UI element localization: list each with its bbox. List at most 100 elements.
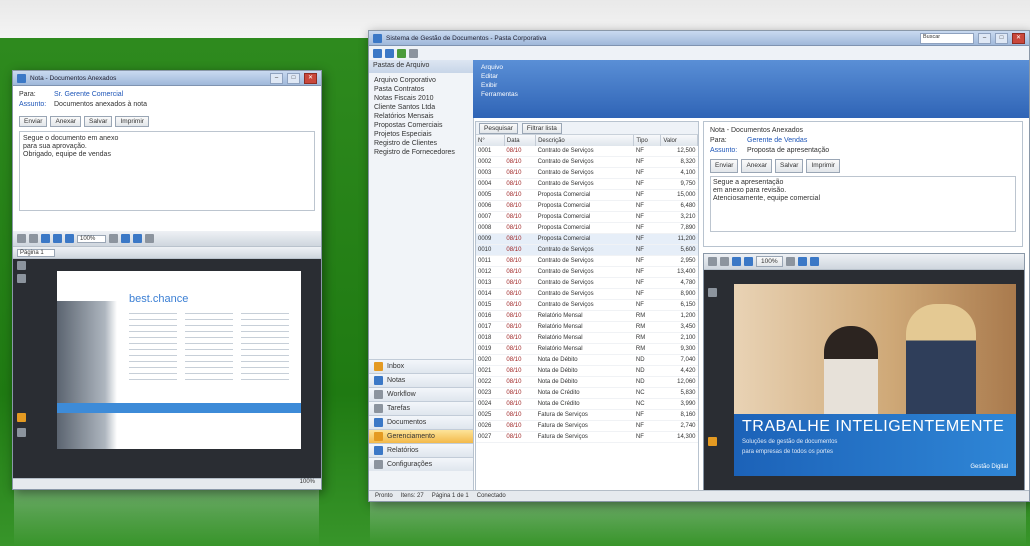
ribbon-item[interactable]: Editar <box>481 72 1021 81</box>
previous-page-icon[interactable] <box>53 234 62 243</box>
table-row[interactable]: 0012 08/10 Contrato de Serviços NF 13,400 <box>476 266 698 278</box>
tree-item[interactable]: Pasta Contratos <box>374 85 468 94</box>
table-row[interactable]: 0015 08/10 Contrato de Serviços NF 6,150 <box>476 299 698 311</box>
nav-item-notes[interactable]: Notas <box>369 373 473 387</box>
table-row[interactable]: 0006 08/10 Proposta Comercial NF 6,480 <box>476 200 698 212</box>
attach-button[interactable]: Anexar <box>741 159 773 173</box>
table-row[interactable]: 0027 08/10 Fatura de Serviços NF 14,300 <box>476 431 698 443</box>
refresh-icon[interactable] <box>409 48 418 58</box>
ribbon-item[interactable]: Ferramentas <box>481 90 1021 99</box>
annotation-icon[interactable] <box>17 413 26 422</box>
zoom-in-icon[interactable] <box>797 257 807 266</box>
table-row[interactable]: 0002 08/10 Contrato de Serviços NF 8,320 <box>476 156 698 168</box>
filter-button[interactable]: Filtrar lista <box>521 122 562 134</box>
table-row[interactable]: 0003 08/10 Contrato de Serviços NF 4,100 <box>476 167 698 179</box>
table-row[interactable]: 0011 08/10 Contrato de Serviços NF 2,950 <box>476 255 698 267</box>
ribbon-item[interactable]: Arquivo <box>481 63 1021 72</box>
column-header[interactable]: Data <box>504 135 537 146</box>
previous-page-icon[interactable] <box>732 257 741 266</box>
ribbon-item[interactable]: Exibir <box>481 81 1021 90</box>
save-icon[interactable] <box>29 234 38 243</box>
next-page-icon[interactable] <box>65 234 74 243</box>
table-row[interactable]: 0005 08/10 Proposta Comercial NF 15,000 <box>476 189 698 201</box>
table-row[interactable]: 0017 08/10 Relatório Mensal RM 3,450 <box>476 321 698 333</box>
table-row[interactable]: 0026 08/10 Fatura de Serviços NF 2,740 <box>476 420 698 432</box>
table-row[interactable]: 0018 08/10 Relatório Mensal RM 2,100 <box>476 332 698 344</box>
table-row[interactable]: 0023 08/10 Nota de Crédito NC 5,830 <box>476 387 698 399</box>
annotation-icon[interactable] <box>708 437 717 446</box>
nav-item-reports[interactable]: Relatórios <box>369 443 473 457</box>
column-header[interactable]: Tipo <box>633 135 662 146</box>
tree-item[interactable]: Cliente Santos Ltda <box>374 103 468 112</box>
print-button[interactable]: Imprimir <box>115 116 149 127</box>
tree-item[interactable]: Propostas Comerciais <box>374 121 468 130</box>
note-body[interactable]: Segue a apresentação em anexo para revis… <box>710 176 1016 232</box>
tree-item[interactable]: Arquivo Corporativo <box>374 76 468 85</box>
table-row[interactable]: 0008 08/10 Proposta Comercial NF 7,890 <box>476 222 698 234</box>
table-row[interactable]: 0016 08/10 Relatório Mensal RM 1,200 <box>476 310 698 322</box>
table-row[interactable]: 0020 08/10 Nota de Débito ND 7,040 <box>476 354 698 366</box>
table-row[interactable]: 0004 08/10 Contrato de Serviços NF 9,750 <box>476 178 698 190</box>
tree-item[interactable]: Relatórios Mensais <box>374 112 468 121</box>
table-row[interactable]: 0013 08/10 Contrato de Serviços NF 4,780 <box>476 277 698 289</box>
table-row[interactable]: 0014 08/10 Contrato de Serviços NF 8,900 <box>476 288 698 300</box>
nav-item-workflow[interactable]: Workflow <box>369 387 473 401</box>
nav-item-settings[interactable]: Configurações <box>369 457 473 471</box>
fit-page-icon[interactable] <box>109 234 119 243</box>
hand-tool-icon[interactable] <box>145 234 155 243</box>
back-icon[interactable] <box>373 48 382 58</box>
home-icon[interactable] <box>397 48 406 58</box>
maximize-button[interactable]: □ <box>995 32 1008 44</box>
nav-item-documents[interactable]: Documentos <box>369 415 473 429</box>
search-input[interactable]: Buscar <box>920 32 974 44</box>
save-button[interactable]: Salvar <box>84 116 113 127</box>
table-row[interactable]: 0024 08/10 Nota de Crédito NC 3,990 <box>476 398 698 410</box>
save-button[interactable]: Salvar <box>775 159 804 173</box>
zoom-out-icon[interactable] <box>809 257 819 266</box>
attach-button[interactable]: Anexar <box>50 116 82 127</box>
bookmarks-icon[interactable] <box>17 274 26 283</box>
attachment-icon[interactable] <box>17 428 26 437</box>
print-icon[interactable] <box>708 257 717 266</box>
fit-page-icon[interactable] <box>785 257 795 266</box>
subject-field[interactable]: Documentos anexados à nota <box>54 100 147 110</box>
table-row[interactable]: 0021 08/10 Nota de Débito ND 4,420 <box>476 365 698 377</box>
tree-item[interactable]: Projetos Especiais <box>374 130 468 139</box>
thumbnails-icon[interactable] <box>17 261 26 270</box>
rotate-icon[interactable] <box>41 234 50 243</box>
zoom-select[interactable]: 100% <box>77 234 107 243</box>
print-icon[interactable] <box>17 234 26 243</box>
search-button[interactable]: Pesquisar <box>479 122 518 134</box>
to-field[interactable]: Gerente de Vendas <box>747 136 807 146</box>
column-header[interactable]: N° <box>476 135 505 146</box>
tree-item[interactable]: Registro de Clientes <box>374 139 468 148</box>
table-row[interactable]: 0025 08/10 Fatura de Serviços NF 8,160 <box>476 409 698 421</box>
minimize-button[interactable]: – <box>270 72 283 84</box>
column-header[interactable]: Valor <box>660 135 698 146</box>
table-row[interactable]: 0009 08/10 Proposta Comercial NF 11,200 <box>476 233 698 245</box>
thumbnails-icon[interactable] <box>708 288 717 297</box>
tree-item[interactable]: Registro de Fornecedores <box>374 148 468 157</box>
nav-item-management[interactable]: Gerenciamento <box>369 429 473 443</box>
table-row[interactable]: 0010 08/10 Contrato de Serviços NF 5,600 <box>476 244 698 256</box>
next-page-icon[interactable] <box>744 257 753 266</box>
forward-icon[interactable] <box>385 48 394 58</box>
send-button[interactable]: Enviar <box>710 159 739 173</box>
subject-field[interactable]: Proposta de apresentação <box>747 146 829 156</box>
to-field[interactable]: Sr. Gerente Comercial <box>54 90 123 100</box>
column-header[interactable]: Descrição <box>535 135 635 146</box>
zoom-in-icon[interactable] <box>121 234 131 243</box>
save-icon[interactable] <box>720 257 729 266</box>
minimize-button[interactable]: – <box>978 32 991 44</box>
table-row[interactable]: 0019 08/10 Relatório Mensal RM 9,300 <box>476 343 698 355</box>
nav-item-inbox[interactable]: Inbox <box>369 359 473 373</box>
note-body[interactable]: Segue o documento em anexo para sua apro… <box>19 131 315 211</box>
table-row[interactable]: 0022 08/10 Nota de Débito ND 12,060 <box>476 376 698 388</box>
maximize-button[interactable]: □ <box>287 72 300 84</box>
tree-item[interactable]: Notas Fiscais 2010 <box>374 94 468 103</box>
page-select[interactable]: Página 1 <box>17 248 55 257</box>
send-button[interactable]: Enviar <box>19 116 48 127</box>
zoom-select[interactable]: 100% <box>756 256 783 267</box>
print-button[interactable]: Imprimir <box>806 159 840 173</box>
close-button[interactable]: ✕ <box>1012 32 1025 44</box>
